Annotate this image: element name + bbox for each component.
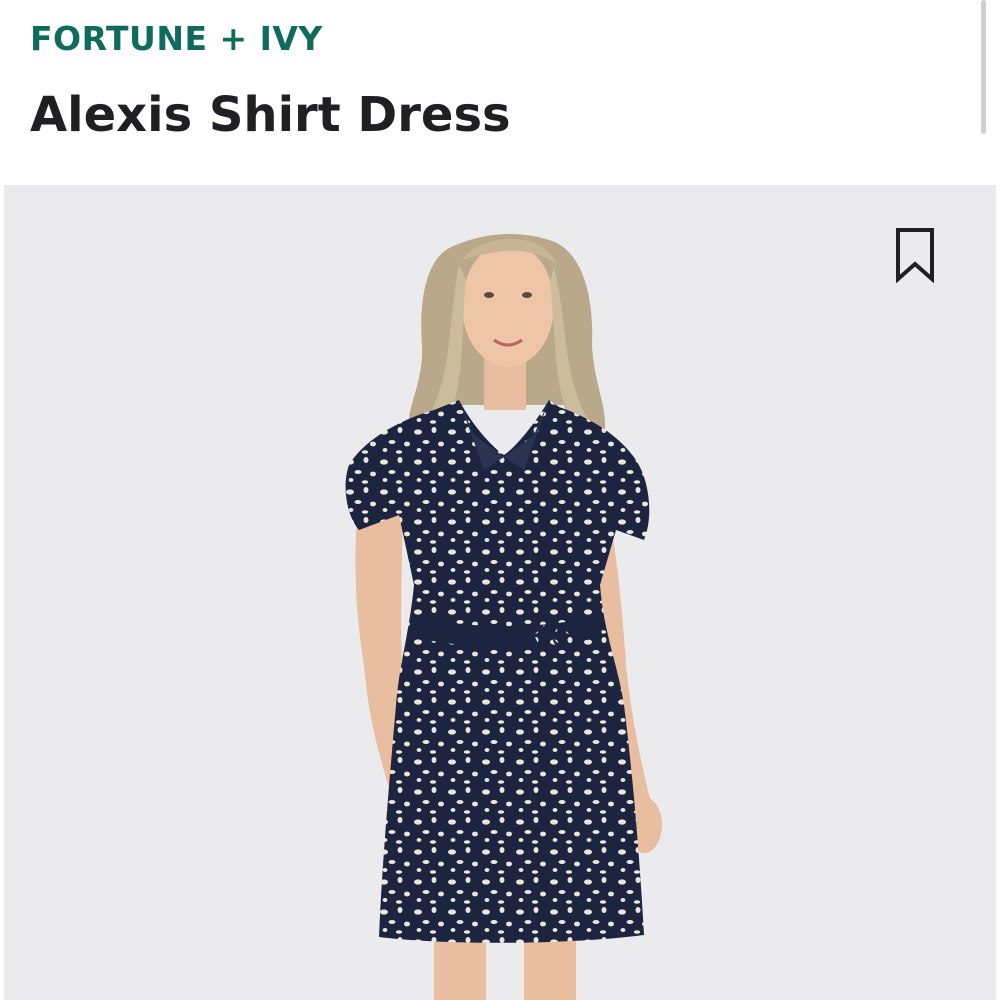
bookmark-icon[interactable] <box>894 227 936 283</box>
product-header: FORTUNE + IVY Alexis Shirt Dress <box>0 0 1000 185</box>
brand-name[interactable]: FORTUNE + IVY <box>30 18 323 60</box>
model-photo <box>345 233 662 1000</box>
product-title: Alexis Shirt Dress <box>30 87 511 143</box>
product-page: FORTUNE + IVY Alexis Shirt Dress <box>0 0 1000 1000</box>
scrollbar[interactable] <box>981 0 986 134</box>
product-image[interactable] <box>4 185 996 1000</box>
